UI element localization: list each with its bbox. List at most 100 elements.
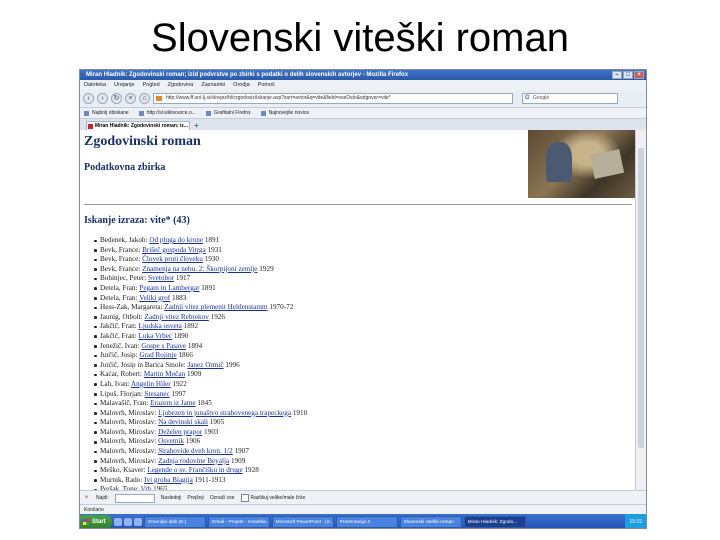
result-title-link[interactable]: Luka Vrbec — [139, 332, 173, 340]
taskbar-button[interactable]: Microsoft PowerPoint - [S... — [271, 516, 334, 528]
result-title-link[interactable]: Strahovide dveh kron. 1/2 — [158, 447, 233, 455]
result-title-link[interactable]: Gospe s Pasave — [141, 342, 186, 350]
result-title-link[interactable]: Ljudska osveta — [139, 322, 182, 330]
quicklaunch-icon[interactable] — [113, 518, 122, 526]
result-title-link[interactable]: Znamenja na nebu. 2: Škorpijoni zemlje — [142, 265, 257, 273]
bookmark-item[interactable]: Najnovejše novice — [260, 108, 309, 118]
window-titlebar: Miran Hladnik: Zgodovinski roman; izid p… — [80, 70, 646, 80]
result-author: Jurčič, Josip: — [100, 351, 138, 360]
result-title-link[interactable]: Janez Ormič — [187, 361, 223, 369]
result-author: Bedenek, Jakob: — [100, 236, 148, 244]
find-next-button[interactable]: Naslednji — [161, 491, 182, 505]
stop-icon[interactable]: × — [125, 93, 136, 104]
bookmark-item[interactable]: Grafitalni Firefox — [205, 108, 251, 118]
menu-item-help[interactable]: Pomoč — [258, 80, 275, 90]
menu-item-tools[interactable]: Orodja — [233, 80, 250, 90]
bookmark-item[interactable]: Najbolj obiskane — [84, 108, 129, 118]
result-title-link[interactable]: Na devinski skali — [158, 418, 208, 426]
navigation-toolbar: ‹ › ↻ × ⌂ http://www.ff.uni-lj.si/slovje… — [80, 90, 646, 108]
result-year: 1997 — [171, 389, 186, 398]
result-author: Jakčič, Fran: — [100, 322, 137, 331]
result-title-link[interactable]: Svetobor — [148, 274, 174, 282]
result-item: Detela, Fran: Veliki grof 1883 — [94, 294, 307, 304]
taskbar-button[interactable]: Slovenski viteški roman — [399, 516, 462, 528]
result-title-link[interactable]: Veliki grof — [139, 294, 170, 302]
taskbar-button[interactable]: Prezentacija 3 — [335, 516, 398, 528]
taskbar-button[interactable]: Izmenljivi disk (E:) — [143, 516, 206, 528]
result-title-link[interactable]: Človek proti človeku — [142, 255, 203, 263]
scrollbar-thumb[interactable] — [638, 148, 644, 448]
taskbar-button[interactable]: Gmail - Projekt - mirashla... — [207, 516, 270, 528]
result-item: Jurčič, Josip: Grad Rojinje 1866 — [94, 351, 307, 361]
bookmark-item[interactable]: http://sl.wikisource.o... — [138, 108, 196, 118]
maximize-icon[interactable]: □ — [623, 71, 633, 79]
result-author: Jurčič, Josip in Barica Smole: — [100, 360, 186, 369]
result-year: 1910 — [292, 408, 308, 417]
forward-icon[interactable]: › — [97, 93, 108, 104]
result-title-link[interactable]: Brišeč gospoda Vitrga — [142, 246, 206, 254]
result-year: 1996 — [225, 360, 240, 369]
result-year: 1930 — [204, 255, 219, 264]
highlight-all-button[interactable]: Označi vse — [210, 491, 235, 505]
result-title-link[interactable]: Ljubezen in junaštvo strahovenega trapec… — [158, 409, 291, 417]
menu-item-edit[interactable]: Urejanje — [114, 80, 134, 90]
address-bar[interactable]: http://www.ff.uni-lj.si/slovjez/hl/rzgod… — [153, 93, 513, 104]
quicklaunch-icon[interactable] — [123, 518, 132, 526]
search-input[interactable]: Google — [522, 93, 618, 104]
result-author: Jakčič, Fran: — [100, 331, 137, 340]
result-item: Malovrh, Miroslav: Na devinski skali 190… — [94, 418, 307, 428]
vertical-scrollbar[interactable] — [635, 130, 646, 490]
result-author: Murnik, Rado: — [100, 475, 143, 484]
close-icon[interactable]: × — [634, 71, 644, 79]
taskbar-button-active[interactable]: Miran Hladnik: Zgodo... — [463, 516, 526, 528]
result-author: Detela, Fran: — [100, 293, 138, 302]
match-case-checkbox[interactable]: Razlikuj velike/male črke — [240, 491, 305, 505]
slide-title: Slovenski viteški roman — [151, 16, 569, 60]
result-year: 1906 — [185, 437, 201, 446]
quicklaunch-icon[interactable] — [133, 518, 142, 526]
result-title-link[interactable]: Osvetnik — [158, 437, 184, 445]
menu-item-view[interactable]: Pogled — [143, 80, 160, 90]
result-title-link[interactable]: Deželen prapor — [158, 428, 202, 436]
menu-item-bookmarks[interactable]: Zaznamki — [201, 80, 225, 90]
divider — [84, 204, 632, 205]
search-result-title: Iskanje izraza: vite* (43) — [84, 215, 190, 226]
result-title-link[interactable]: Stesanec — [145, 390, 170, 398]
menu-item-history[interactable]: Zgodovina — [168, 80, 194, 90]
result-title-link[interactable]: Erazem iz Jame — [150, 399, 196, 407]
result-item: Bedenek, Jakob: Od pluga do krone 1891 — [94, 236, 307, 246]
result-author: Detela, Fran: — [100, 283, 138, 292]
result-title-link[interactable]: Pegam in Lambergar — [139, 284, 199, 292]
result-year: 1970-72 — [269, 303, 294, 312]
result-author: Lah, Ivan: — [100, 379, 130, 388]
result-item: Malovrh, Miroslav: Ljubezen in junaštvo … — [94, 409, 307, 419]
minimize-icon[interactable]: – — [612, 71, 622, 79]
reload-icon[interactable]: ↻ — [111, 93, 122, 104]
result-title-link[interactable]: Zadnja rodovine Beyalja — [158, 457, 229, 465]
find-close-icon[interactable]: × — [83, 495, 90, 502]
result-title-link[interactable]: Zadnji vitez plemenit Heldenstamm — [164, 303, 267, 311]
result-year: 1883 — [171, 293, 187, 302]
menu-item-file[interactable]: Datoteka — [84, 80, 106, 90]
browser-window: Miran Hladnik: Zgodovinski roman; izid p… — [79, 69, 647, 529]
result-title-link[interactable]: Zadnji vitez Rebrekov — [145, 313, 209, 321]
start-button[interactable]: Start — [80, 515, 112, 528]
find-input[interactable] — [114, 493, 155, 503]
new-tab-icon[interactable]: + — [194, 121, 199, 130]
result-title-link[interactable]: Od pluga do krone — [149, 236, 203, 244]
find-prev-button[interactable]: Prejšnji — [187, 491, 203, 505]
result-title-link[interactable]: Legende o sv. Frančišku in druge — [147, 466, 242, 474]
result-year: 1903 — [204, 427, 219, 436]
result-title-link[interactable]: Ivi groba Biagija — [144, 476, 193, 484]
back-icon[interactable]: ‹ — [83, 93, 94, 104]
result-title-link[interactable]: Grad Rojinje — [139, 351, 176, 359]
home-icon[interactable]: ⌂ — [139, 93, 150, 104]
result-item: Jurčič, Josip in Barica Smole: Janez Orm… — [94, 361, 307, 371]
result-item: Bevk, France: Znamenja na nebu. 2: Škorp… — [94, 265, 307, 275]
result-author: Bevk, France: — [100, 264, 141, 273]
result-title-link[interactable]: Angelin Hiler — [131, 380, 171, 388]
result-item: Detela, Fran: Pegam in Lambergar 1891 — [94, 284, 307, 294]
result-year: 1907 — [234, 447, 249, 456]
result-year: 1892 — [183, 322, 199, 331]
result-title-link[interactable]: Martin Močan — [144, 370, 185, 378]
